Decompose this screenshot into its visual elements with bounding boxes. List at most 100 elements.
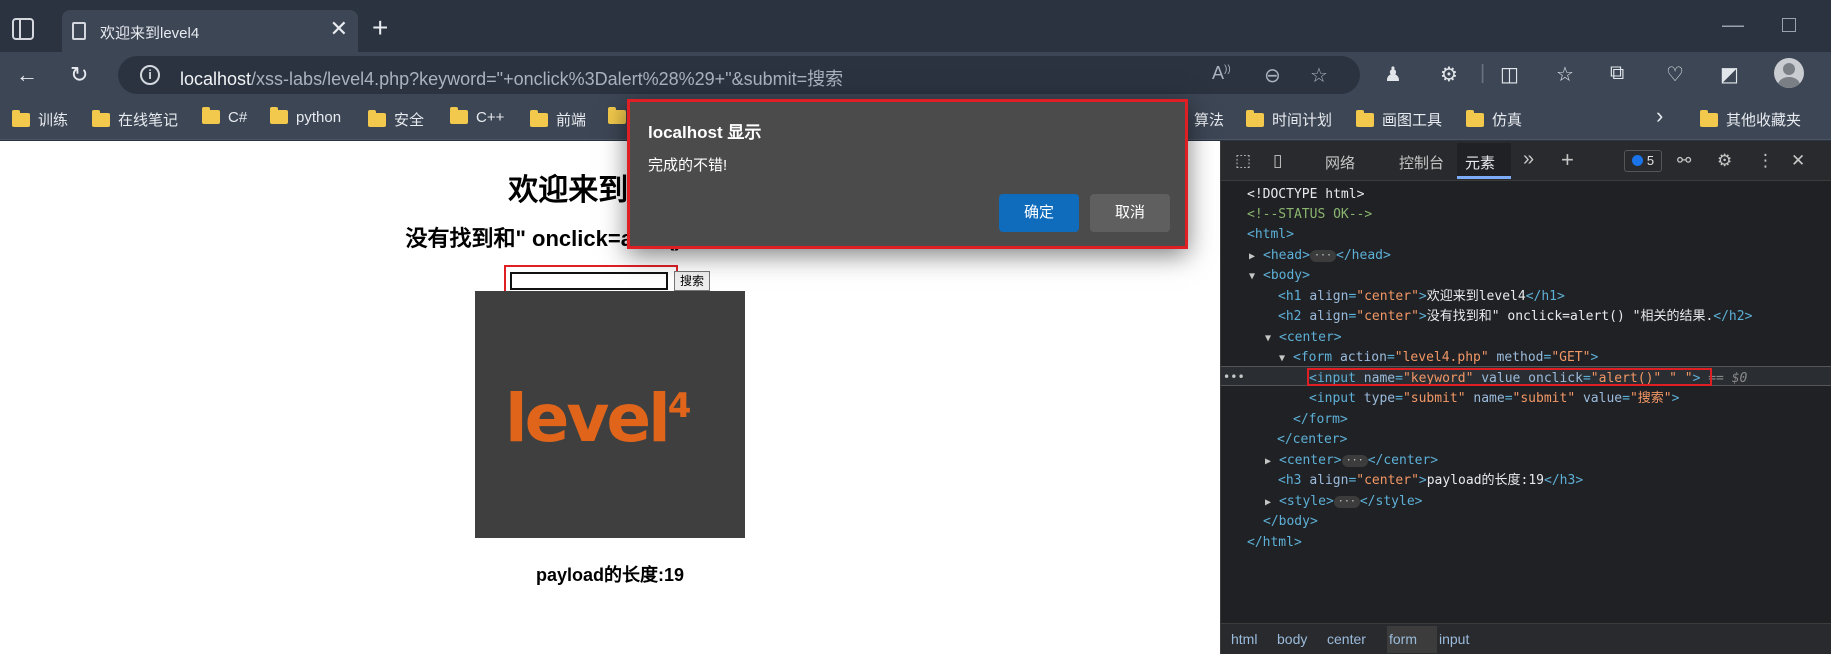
breadcrumb: html body center form input xyxy=(1221,623,1831,654)
tab-console[interactable]: 控制台 xyxy=(1399,152,1444,173)
breadcrumb-form[interactable]: form xyxy=(1389,631,1417,647)
folder-icon xyxy=(530,110,548,127)
favorites-icon[interactable]: ☆ xyxy=(1556,62,1574,87)
profile-avatar[interactable] xyxy=(1774,58,1804,88)
expand-triangle-icon[interactable]: ▶ xyxy=(1265,452,1279,472)
close-devtools-icon[interactable]: ✕ xyxy=(1791,151,1805,171)
breadcrumb-html[interactable]: html xyxy=(1231,631,1257,647)
issues-badge[interactable]: 5 xyxy=(1624,150,1662,172)
url-text[interactable]: localhost/xss-labs/level4.php?keyword="+… xyxy=(180,65,843,91)
folder-icon xyxy=(608,107,626,124)
dom-line[interactable]: </center> xyxy=(1221,430,1831,450)
level-logo-text: level4 xyxy=(505,380,692,457)
tab-close-icon[interactable]: ✕ xyxy=(330,18,348,40)
collapsed-ellipsis[interactable]: ··· xyxy=(1333,496,1360,508)
tab-title: 欢迎来到level4 xyxy=(100,25,200,42)
dom-line[interactable]: <h2 align="center">没有找到和" onclick=alert(… xyxy=(1221,307,1831,327)
bookmark-folder[interactable]: 时间计划 xyxy=(1246,109,1332,130)
sidebar-toggle-icon[interactable] xyxy=(12,18,34,40)
site-info-icon[interactable]: i xyxy=(140,65,160,85)
dom-line[interactable]: <input type="submit" name="submit" value… xyxy=(1221,389,1831,409)
ok-button[interactable]: 确定 xyxy=(999,194,1079,232)
collapse-triangle-icon[interactable]: ▼ xyxy=(1279,349,1293,369)
bookmark-folder[interactable]: python xyxy=(270,107,341,126)
refresh-icon[interactable]: ↻ xyxy=(70,62,88,88)
dom-tree: ••• <!DOCTYPE html> <!--STATUS OK--> <ht… xyxy=(1221,185,1831,615)
browser-tab[interactable]: 欢迎来到level4 ✕ xyxy=(62,10,358,54)
tab-elements[interactable]: 元素 xyxy=(1457,143,1511,179)
dialog-title: localhost 显示 xyxy=(648,123,762,142)
address-bar[interactable]: i localhost/xss-labs/level4.php?keyword=… xyxy=(118,56,1360,94)
folder-icon xyxy=(202,107,220,124)
bookmark-folder[interactable]: 在线笔记 xyxy=(92,109,178,130)
more-options-icon[interactable]: ⋮ xyxy=(1757,151,1774,171)
folder-icon xyxy=(1466,110,1484,127)
dom-line[interactable]: <html> xyxy=(1221,225,1831,245)
dom-line[interactable]: <h1 align="center">欢迎来到level4</h1> xyxy=(1221,287,1831,307)
bookmark-folder[interactable]: 安全 xyxy=(368,109,424,130)
dom-line[interactable]: ▶ <head> ··· </head> xyxy=(1221,246,1831,266)
dom-line[interactable]: ▼ <body> xyxy=(1221,266,1831,286)
collapse-triangle-icon[interactable]: ▼ xyxy=(1265,329,1279,349)
breadcrumb-input[interactable]: input xyxy=(1439,631,1469,647)
bookmark-folder[interactable]: 仿真 xyxy=(1466,109,1522,130)
dom-line[interactable]: ▼ <center> xyxy=(1221,328,1831,348)
bookmark-folder[interactable]: 前端 xyxy=(530,109,586,130)
dom-line[interactable]: </html> xyxy=(1221,533,1831,553)
breadcrumb-body[interactable]: body xyxy=(1277,631,1307,647)
more-tabs-icon[interactable]: » xyxy=(1523,148,1534,171)
maximize-icon[interactable] xyxy=(1782,18,1796,32)
bookmark-folder[interactable]: C# xyxy=(202,107,247,126)
dom-line[interactable]: ▶ <center> ··· </center> xyxy=(1221,451,1831,471)
url-path: /xss-labs/level4.php?keyword="+onclick%3… xyxy=(251,69,844,89)
breadcrumb-center[interactable]: center xyxy=(1327,631,1366,647)
new-tab-button[interactable]: + xyxy=(372,14,388,42)
minimize-icon[interactable]: — xyxy=(1722,12,1744,38)
collapsed-ellipsis[interactable]: ··· xyxy=(1341,455,1368,467)
extensions-puzzle-icon[interactable]: ⚙ xyxy=(1440,62,1458,87)
search-submit-button[interactable]: 搜索 xyxy=(674,271,710,291)
favorite-star-icon[interactable]: ☆ xyxy=(1310,63,1328,88)
tab-network[interactable]: 网络 xyxy=(1325,152,1355,173)
dom-line[interactable]: <h3 align="center">payload的长度:19</h3> xyxy=(1221,471,1831,491)
navigation-toolbar: ← ↻ i localhost/xss-labs/level4.php?keyw… xyxy=(0,52,1831,98)
cancel-button[interactable]: 取消 xyxy=(1090,194,1170,232)
device-toolbar-icon[interactable]: ▯ xyxy=(1273,151,1282,171)
collapse-triangle-icon[interactable]: ▼ xyxy=(1249,267,1263,287)
expand-triangle-icon[interactable]: ▶ xyxy=(1249,247,1263,267)
bookmark-folder[interactable]: 训练 xyxy=(12,109,68,130)
copilot-icon[interactable]: ◩ xyxy=(1720,62,1739,87)
keyword-input[interactable] xyxy=(510,272,668,290)
toolbar-divider: | xyxy=(1480,62,1486,84)
dom-line[interactable]: <!--STATUS OK--> xyxy=(1221,205,1831,225)
dom-line[interactable]: ▼ <form action="level4.php" method="GET"> xyxy=(1221,348,1831,368)
settings-gear-icon[interactable]: ⚙ xyxy=(1717,151,1732,171)
bookmark-folder[interactable]: C++ xyxy=(450,107,504,126)
extension-user-icon[interactable]: ♟ xyxy=(1384,62,1402,87)
bookmark-folder[interactable]: 画图工具 xyxy=(1356,109,1442,130)
dom-line[interactable]: <!DOCTYPE html> xyxy=(1221,185,1831,205)
devtools-toolbar: ⬚ ▯ 网络 控制台 元素 » + 5 ⚯ ⚙ ⋮ ✕ xyxy=(1221,141,1831,181)
issues-icon xyxy=(1631,155,1643,166)
dom-line[interactable]: </body> xyxy=(1221,512,1831,532)
folder-icon xyxy=(270,107,288,124)
inspect-element-icon[interactable]: ⬚ xyxy=(1235,151,1251,171)
back-icon[interactable]: ← xyxy=(16,62,38,88)
performance-icon[interactable]: ♡ xyxy=(1666,62,1684,87)
folder-icon xyxy=(1246,110,1264,127)
dom-line[interactable]: </form> xyxy=(1221,410,1831,430)
bookmark-folder[interactable]: 算法 xyxy=(1194,109,1224,130)
collections-icon[interactable]: ⧉ xyxy=(1610,62,1624,85)
bookmarks-more-icon[interactable]: › xyxy=(1656,103,1663,129)
collapsed-ellipsis[interactable]: ··· xyxy=(1309,250,1337,262)
folder-icon xyxy=(1356,110,1374,127)
connections-icon[interactable]: ⚯ xyxy=(1677,151,1691,171)
expand-triangle-icon[interactable]: ▶ xyxy=(1265,493,1279,513)
dom-line[interactable]: ▶ <style> ··· </style> xyxy=(1221,492,1831,512)
zoom-out-icon[interactable]: ⊖ xyxy=(1264,63,1281,88)
read-aloud-icon[interactable]: A)) xyxy=(1212,63,1231,84)
split-screen-icon[interactable]: ◫ xyxy=(1500,62,1519,87)
other-bookmarks-folder[interactable]: 其他收藏夹 xyxy=(1700,109,1801,130)
add-tab-icon[interactable]: + xyxy=(1561,147,1574,173)
folder-icon xyxy=(1700,110,1718,127)
